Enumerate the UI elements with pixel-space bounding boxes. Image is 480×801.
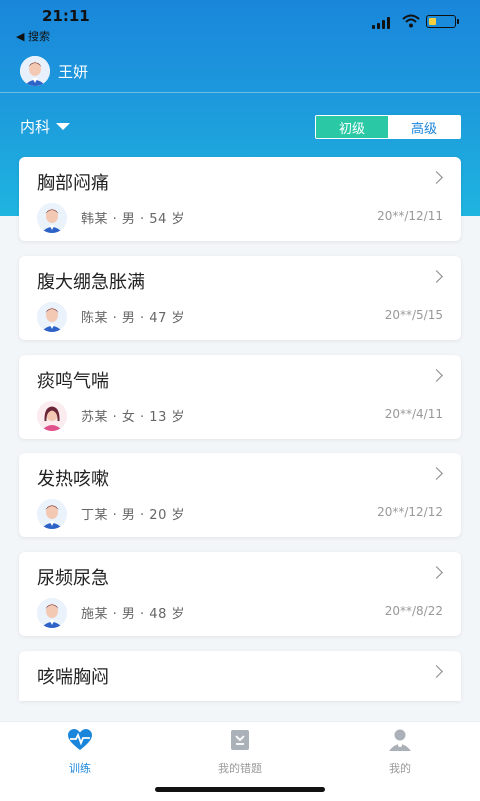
level-advanced-button[interactable]: 高级 [388, 116, 460, 138]
patient-avatar-female [37, 401, 67, 431]
tab-my-mistakes[interactable]: 我的错题 [180, 728, 300, 776]
signal-icon [372, 17, 392, 29]
case-date: 20**/8/22 [384, 604, 443, 618]
tab-label: 我的错题 [218, 762, 262, 775]
person-icon [389, 729, 411, 751]
patient-avatar-male [37, 302, 67, 332]
heartbeat-icon [68, 729, 92, 750]
case-card[interactable]: 胸部闷痛 韩某 · 男 · 54 岁 20**/12/11 [19, 157, 461, 241]
user-name: 王妍 [58, 62, 89, 81]
patient-info: 陈某 · 男 · 47 岁 [81, 311, 185, 326]
chevron-right-icon [430, 566, 443, 579]
wifi-icon [402, 14, 420, 28]
header-divider [0, 92, 480, 93]
status-time: 21:11 [42, 7, 90, 25]
patient-avatar-male [37, 203, 67, 233]
case-date: 20**/12/11 [377, 209, 443, 223]
case-title: 咳喘胸闷 [37, 667, 109, 688]
case-date: 20**/12/12 [377, 505, 443, 519]
case-date: 20**/5/15 [384, 308, 443, 322]
patient-info: 苏某 · 女 · 13 岁 [81, 410, 185, 425]
chevron-right-icon [430, 171, 443, 184]
patient-info: 韩某 · 男 · 54 岁 [81, 212, 185, 227]
patient-avatar-male [37, 499, 67, 529]
case-card[interactable]: 发热咳嗽 丁某 · 男 · 20 岁 20**/12/12 [19, 453, 461, 537]
department-dropdown[interactable]: 内科 [20, 116, 71, 137]
patient-avatar-male [37, 598, 67, 628]
back-to-search-link[interactable]: ◀ 搜索 [16, 28, 50, 44]
home-indicator [155, 787, 325, 792]
case-card[interactable]: 尿频尿急 施某 · 男 · 48 岁 20**/8/22 [19, 552, 461, 636]
tab-label: 训练 [69, 762, 91, 775]
case-title: 尿频尿急 [37, 568, 109, 589]
caret-down-icon [56, 123, 71, 130]
case-card[interactable]: 腹大绷急胀满 陈某 · 男 · 47 岁 20**/5/15 [19, 256, 461, 340]
department-label: 内科 [20, 118, 51, 136]
case-card[interactable]: 痰鸣气喘 苏某 · 女 · 13 岁 20**/4/11 [19, 355, 461, 439]
case-title: 腹大绷急胀满 [37, 272, 145, 293]
battery-icon [426, 15, 456, 28]
chevron-right-icon [430, 270, 443, 283]
case-title: 胸部闷痛 [37, 173, 109, 194]
patient-info: 施某 · 男 · 48 岁 [81, 607, 185, 622]
user-profile[interactable]: 王妍 [20, 56, 88, 86]
patient-info: 丁某 · 男 · 20 岁 [81, 508, 185, 523]
chevron-right-icon [430, 665, 443, 678]
tab-profile[interactable]: 我的 [340, 728, 460, 776]
tab-label: 我的 [389, 762, 411, 775]
user-avatar [20, 56, 50, 86]
chevron-right-icon [430, 467, 443, 480]
level-basic-button[interactable]: 初级 [316, 116, 388, 138]
level-toggle: 初级 高级 [315, 115, 461, 139]
case-title: 发热咳嗽 [37, 469, 109, 490]
tab-training[interactable]: 训练 [20, 728, 140, 776]
case-title: 痰鸣气喘 [37, 371, 109, 392]
case-date: 20**/4/11 [384, 407, 443, 421]
chevron-right-icon [430, 369, 443, 382]
case-card[interactable]: 咳喘胸闷 [19, 651, 461, 701]
status-bar: 21:11 ◀ 搜索 [0, 0, 480, 44]
notebook-icon [231, 730, 249, 750]
